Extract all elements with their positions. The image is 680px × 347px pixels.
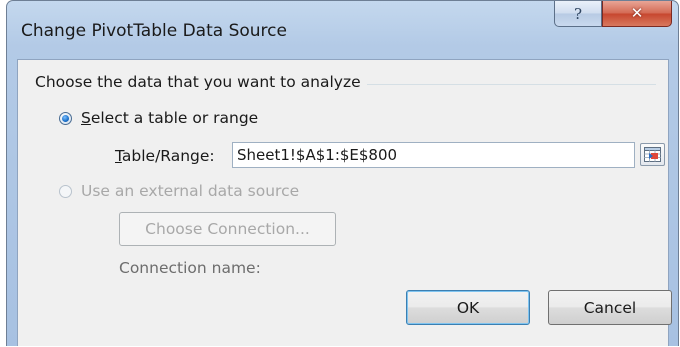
help-button[interactable]: ?: [554, 1, 602, 27]
collapse-dialog-button[interactable]: [640, 143, 665, 166]
table-range-rest: able/Range:: [121, 147, 215, 165]
radio-unchecked-icon[interactable]: [59, 184, 72, 198]
table-range-label: Table/Range:: [115, 147, 215, 165]
close-icon: ✕: [630, 4, 644, 22]
dialog-body: Choose the data that you want to analyze…: [17, 59, 672, 346]
select-range-rest: elect a table or range: [90, 109, 259, 127]
cancel-button[interactable]: Cancel: [548, 290, 672, 325]
radio-external-source[interactable]: Use an external data source: [59, 182, 299, 200]
close-button[interactable]: ✕: [602, 1, 672, 27]
table-range-input[interactable]: [232, 142, 635, 168]
ok-button[interactable]: OK: [406, 290, 530, 325]
radio-checked-icon[interactable]: [59, 111, 72, 125]
choose-connection-button[interactable]: Choose Connection...: [119, 212, 336, 246]
title-bar[interactable]: Change PivotTable Data Source ? ✕: [7, 1, 678, 59]
accel-s: S: [81, 109, 91, 127]
connection-name-label: Connection name:: [119, 259, 261, 277]
accel-t: T: [115, 147, 122, 165]
radio-external-label[interactable]: Use an external data source: [81, 182, 299, 200]
group-header: Choose the data that you want to analyze: [35, 73, 367, 91]
radio-select-range-label[interactable]: Select a table or range: [81, 109, 258, 127]
dialog-title: Change PivotTable Data Source: [21, 21, 287, 41]
help-icon: ?: [573, 4, 583, 23]
table-range-field[interactable]: [232, 142, 635, 168]
radio-select-range[interactable]: Select a table or range: [59, 109, 258, 127]
range-selector-icon: [644, 147, 661, 162]
dialog-window: Change PivotTable Data Source ? ✕ Choose…: [6, 0, 679, 346]
